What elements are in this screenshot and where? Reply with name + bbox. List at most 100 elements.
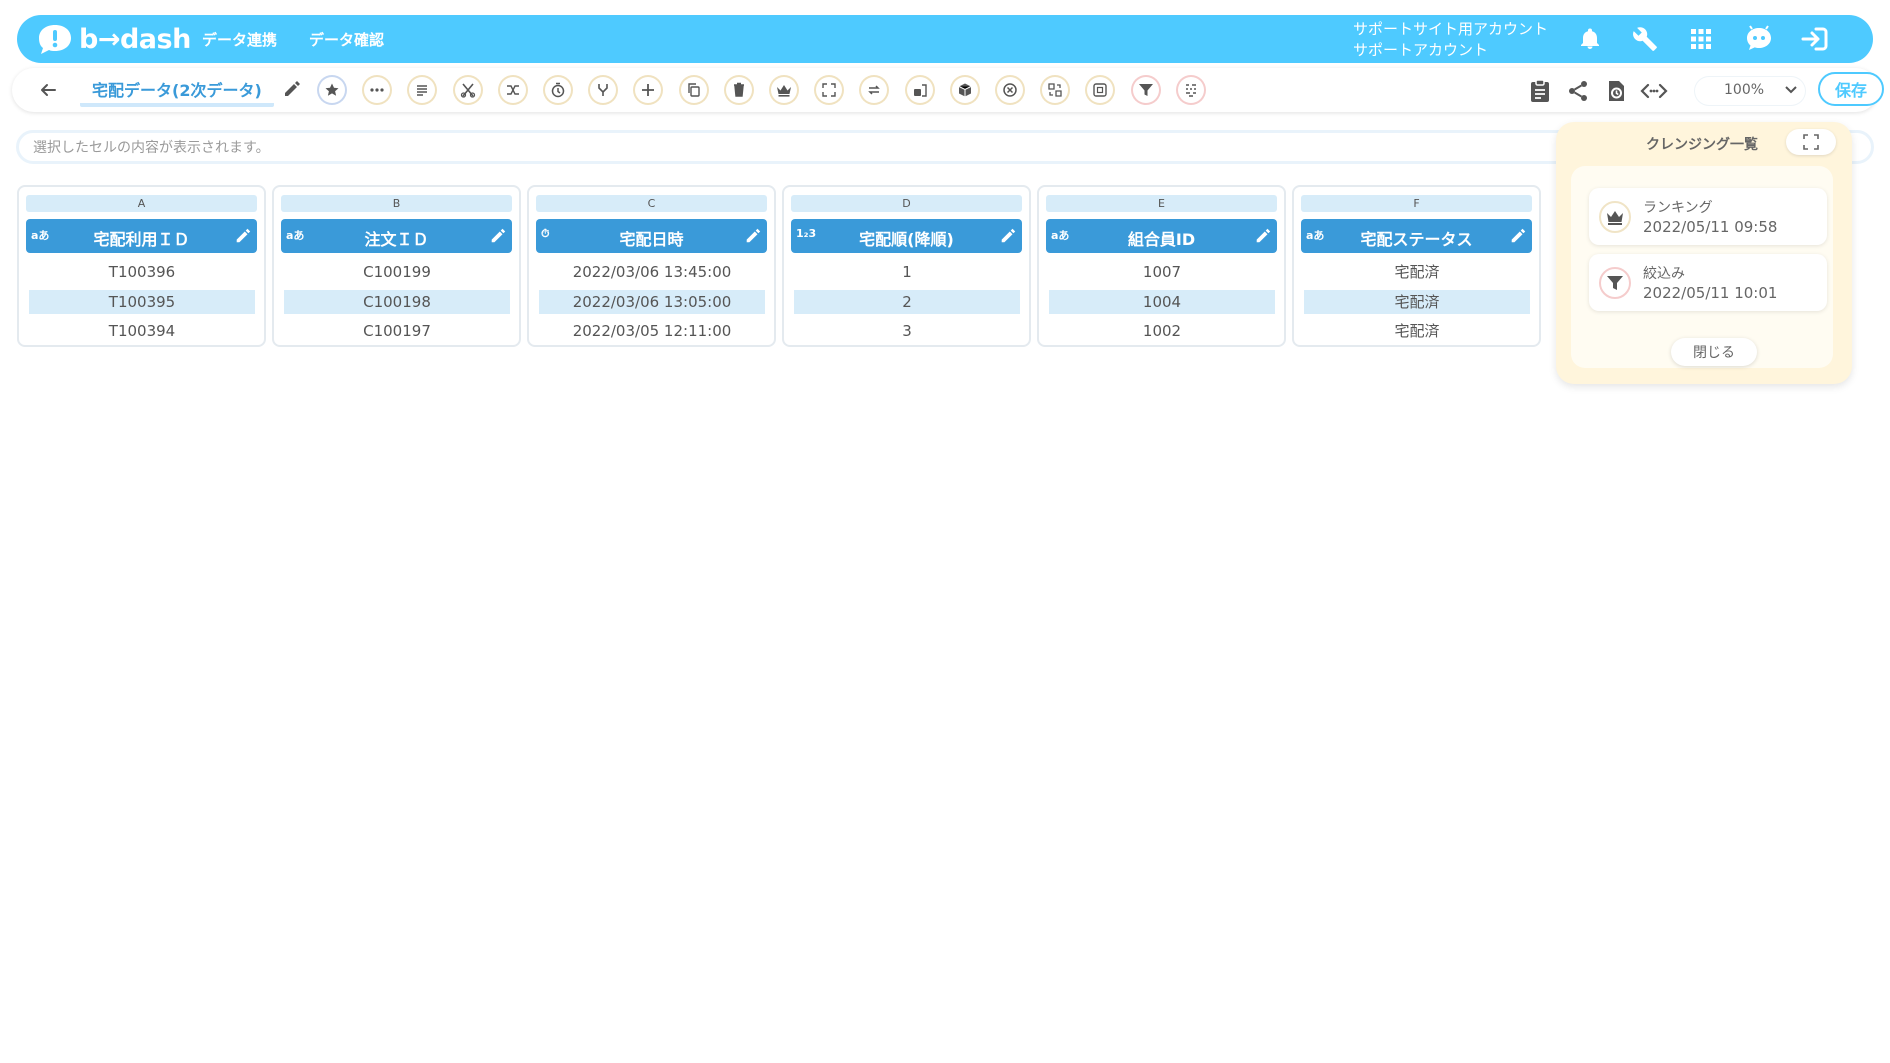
- column-header[interactable]: aあ 宅配ステータス: [1301, 219, 1532, 253]
- favorite-icon: [325, 83, 339, 96]
- column-name: 宅配日時: [619, 230, 684, 249]
- tool-ellipsis-button[interactable]: [362, 75, 393, 105]
- tool-convert-button[interactable]: [859, 75, 890, 105]
- table-cell[interactable]: 1: [794, 260, 1020, 284]
- account-info[interactable]: サポートサイト用アカウント サポートアカウント: [1353, 19, 1548, 61]
- column-name: 宅配ステータス: [1360, 230, 1473, 249]
- table-cell[interactable]: 2022/03/05 12:11:00: [539, 319, 765, 343]
- table-cell[interactable]: 1002: [1049, 319, 1275, 343]
- table-cell[interactable]: 1007: [1049, 260, 1275, 284]
- cleansing-item-ranking[interactable]: ランキング 2022/05/11 09:58: [1589, 188, 1827, 245]
- history-icon[interactable]: [1602, 77, 1630, 105]
- column-header[interactable]: aあ 注文ＩＤ: [281, 219, 512, 253]
- cell-content-input[interactable]: [33, 137, 1533, 159]
- tool-ranking-button[interactable]: [769, 75, 799, 105]
- table-cell[interactable]: 宅配済: [1304, 260, 1530, 284]
- pencil-icon[interactable]: [282, 79, 302, 99]
- cleansing-item-filter[interactable]: 絞込み 2022/05/11 10:01: [1589, 254, 1827, 311]
- tool-lock-split-button[interactable]: [904, 75, 935, 105]
- column-header[interactable]: 1₂3 宅配順(降順): [791, 219, 1022, 253]
- filter-icon: [1138, 84, 1153, 96]
- column-letter[interactable]: B: [281, 195, 512, 212]
- pencil-icon[interactable]: [234, 227, 252, 245]
- tool-favorite-button[interactable]: [317, 75, 347, 105]
- table-cell[interactable]: C100197: [284, 319, 510, 343]
- table-cell[interactable]: C100198: [284, 290, 510, 314]
- convert-icon: [868, 85, 881, 95]
- table-cell[interactable]: 2022/03/06 13:45:00: [539, 260, 765, 284]
- document-title[interactable]: 宅配データ(2次データ): [80, 77, 274, 107]
- table-cell[interactable]: T100395: [29, 290, 255, 314]
- table-cell[interactable]: C100199: [284, 260, 510, 284]
- column-header[interactable]: aあ 宅配利用ＩＤ: [26, 219, 257, 253]
- package-icon: [958, 83, 972, 97]
- table-cell[interactable]: 宅配済: [1304, 290, 1530, 314]
- pencil-icon[interactable]: [489, 227, 507, 245]
- column-c: C ⏱ 宅配日時 2022/03/06 13:45:00 2022/03/06 13:0…: [527, 185, 776, 347]
- merge-icon: [598, 84, 608, 96]
- column-f: Faあ 宅配ステータス 宅配済 宅配済 宅配済: [1292, 185, 1541, 347]
- grid-apps-icon[interactable]: [1685, 23, 1717, 55]
- table-cell[interactable]: 1004: [1049, 290, 1275, 314]
- tool-timer-button[interactable]: [543, 75, 573, 105]
- back-arrow-icon[interactable]: [36, 78, 60, 102]
- column-letter[interactable]: C: [536, 195, 767, 212]
- top-header: b→dash データ連携 データ確認 サポートサイト用アカウント サポートアカウ…: [17, 15, 1873, 63]
- column-name: 宅配順(降順): [859, 230, 954, 249]
- column-name: 注文ＩＤ: [364, 230, 429, 249]
- logo-text: b→dash: [79, 23, 191, 55]
- tool-merge-button[interactable]: [588, 75, 619, 105]
- table-cell[interactable]: 2022/03/06 13:05:00: [539, 290, 765, 314]
- remove-icon: [1003, 83, 1017, 97]
- pencil-icon[interactable]: [1254, 227, 1272, 245]
- tool-copy-button[interactable]: [678, 75, 709, 105]
- tool-shuffle-button[interactable]: [497, 75, 528, 105]
- logo[interactable]: b→dash: [35, 21, 191, 57]
- table-cell[interactable]: 3: [794, 319, 1020, 343]
- zoom-value: 100%: [1724, 82, 1765, 98]
- tool-delete-button[interactable]: [723, 75, 754, 105]
- tool-add-button[interactable]: [633, 75, 664, 105]
- wrench-icon[interactable]: [1629, 23, 1661, 55]
- save-button[interactable]: 保存: [1818, 72, 1884, 106]
- column-header[interactable]: ⏱ 宅配日時: [536, 219, 767, 253]
- share-icon[interactable]: [1564, 77, 1592, 105]
- pencil-icon[interactable]: [744, 227, 762, 245]
- column-letter[interactable]: A: [26, 195, 257, 212]
- tool-frame-button[interactable]: [1085, 75, 1116, 105]
- tool-format-button[interactable]: [407, 75, 438, 105]
- column-letter[interactable]: D: [791, 195, 1022, 212]
- tool-remove-button[interactable]: [995, 75, 1025, 105]
- cut-icon: [460, 83, 475, 98]
- pencil-icon[interactable]: [1509, 227, 1527, 245]
- column-letter[interactable]: E: [1046, 195, 1277, 212]
- clipboard-icon[interactable]: [1526, 77, 1554, 105]
- close-button[interactable]: 閉じる: [1671, 338, 1757, 366]
- nav-data-integration[interactable]: データ連携: [202, 29, 277, 50]
- chat-bot-icon[interactable]: [1743, 23, 1775, 55]
- expand-button[interactable]: [1786, 129, 1836, 155]
- item-label: 絞込み: [1643, 266, 1685, 282]
- delete-icon: [733, 82, 744, 97]
- nav-data-check[interactable]: データ確認: [309, 29, 384, 50]
- pencil-icon[interactable]: [999, 227, 1017, 245]
- zoom-select[interactable]: 100%: [1694, 76, 1806, 106]
- tool-cut-button[interactable]: [452, 75, 483, 105]
- tool-filter-button[interactable]: [1130, 75, 1161, 105]
- item-time: 2022/05/11 10:01: [1643, 284, 1778, 302]
- tool-package-button[interactable]: [949, 75, 980, 105]
- table-cell[interactable]: 2: [794, 290, 1020, 314]
- filter-icon: [1599, 267, 1631, 299]
- tool-expand-button[interactable]: [814, 75, 845, 105]
- logout-icon[interactable]: [1799, 23, 1831, 55]
- table-cell[interactable]: T100394: [29, 319, 255, 343]
- table-cell[interactable]: T100396: [29, 260, 255, 284]
- tool-pattern-button[interactable]: [1175, 75, 1206, 105]
- bell-icon[interactable]: [1574, 23, 1606, 55]
- table-cell[interactable]: 宅配済: [1304, 319, 1530, 343]
- tool-replace-button[interactable]: [1040, 75, 1071, 105]
- column-letter[interactable]: F: [1301, 195, 1532, 212]
- pattern-icon: [1185, 84, 1196, 97]
- column-header[interactable]: aあ 組合員ID: [1046, 219, 1277, 253]
- code-embed-icon[interactable]: [1640, 77, 1668, 105]
